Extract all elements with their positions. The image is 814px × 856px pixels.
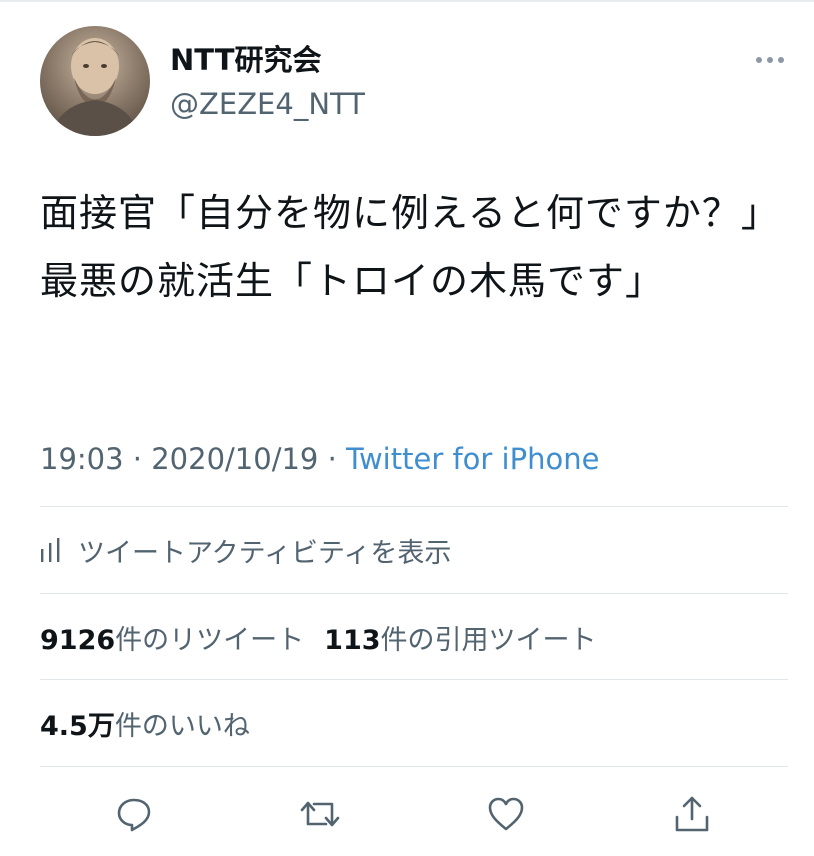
activity-label: ツイートアクティビティを表示: [78, 537, 452, 569]
meta-separator: ·: [327, 442, 337, 476]
divider: [40, 679, 788, 680]
view-activity-link[interactable]: ツイートアクティビティを表示: [40, 530, 451, 570]
share-icon: [675, 796, 709, 832]
user-avatar-icon: [50, 38, 140, 136]
retweets-stat[interactable]: 9126件のリツイート: [40, 618, 304, 657]
quotes-label: 件の引用ツイート: [380, 624, 597, 656]
likes-label: 件のいいね: [114, 710, 250, 742]
retweet-icon: [300, 801, 340, 827]
tweet-line: 最悪の就活生「トロイの木馬です」: [40, 259, 665, 303]
tweet-date[interactable]: 2020/10/19: [151, 442, 318, 476]
tweet-line: 面接官「自分を物に例えると何ですか？」: [40, 191, 780, 235]
divider: [40, 593, 788, 594]
tweet-source-link[interactable]: Twitter for iPhone: [346, 442, 599, 476]
tweet-meta: 19:03 · 2020/10/19 · Twitter for iPhone: [40, 440, 599, 478]
reply-icon: [117, 798, 151, 832]
engagement-stats: 9126件のリツイート 113件の引用ツイート: [40, 617, 597, 657]
more-options-button[interactable]: [748, 46, 792, 74]
meta-separator: ·: [132, 442, 143, 476]
tweet-time[interactable]: 19:03: [40, 442, 124, 476]
action-bar: [0, 786, 814, 842]
retweets-label: 件のリツイート: [115, 624, 305, 656]
likes-stat[interactable]: 4.5万 件のいいね: [40, 703, 250, 743]
like-button[interactable]: [478, 786, 534, 842]
divider: [40, 766, 788, 767]
like-icon: [488, 797, 524, 831]
reply-button[interactable]: [106, 786, 162, 842]
share-button[interactable]: [664, 786, 720, 842]
divider: [40, 506, 788, 507]
retweet-button[interactable]: [292, 786, 348, 842]
display-name[interactable]: NTT研究会: [170, 42, 322, 78]
more-dots-icon: [756, 57, 784, 63]
quotes-count: 113: [324, 624, 381, 656]
tweet-text: 面接官「自分を物に例えると何ですか？」 最悪の就活生「トロイの木馬です」: [40, 185, 780, 309]
avatar[interactable]: [40, 26, 150, 136]
user-handle[interactable]: @ZEZE4_NTT: [170, 86, 365, 122]
retweets-count: 9126: [40, 624, 116, 656]
quotes-stat[interactable]: 113件の引用ツイート: [324, 618, 596, 657]
bar-chart-icon: [41, 538, 60, 562]
top-divider: [0, 0, 814, 2]
likes-count: 4.5万: [40, 710, 115, 742]
